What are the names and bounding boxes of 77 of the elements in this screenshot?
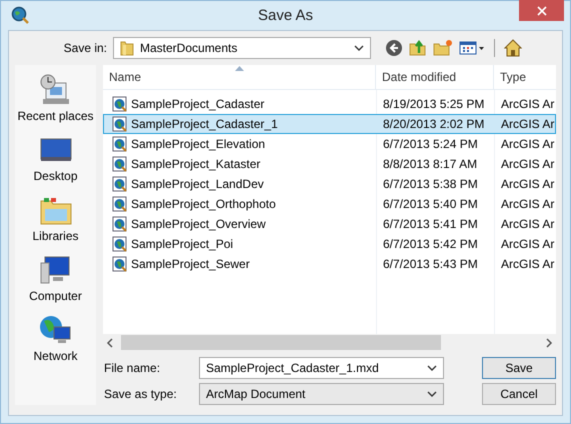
file-name: SampleProject_Overview (131, 217, 266, 231)
up-folder-icon[interactable] (409, 39, 427, 57)
place-item[interactable]: Recent places (17, 73, 94, 125)
map-document-icon (112, 156, 128, 172)
date-modified: 6/7/2013 5:42 PM (383, 237, 478, 251)
folder-icon (120, 40, 134, 56)
file-name: SampleProject_Sewer (131, 257, 250, 271)
file-type: ArcGIS Ar (501, 217, 554, 231)
place-item[interactable]: Network (33, 313, 78, 365)
map-document-icon (112, 256, 128, 272)
map-document-icon (112, 176, 128, 192)
file-type: ArcGIS Ar (501, 157, 554, 171)
file-row[interactable]: SampleProject_LandDev 6/7/2013 5:38 PM ArcGIS Ar (103, 174, 556, 194)
save-as-type-label: Save as type: (103, 387, 178, 401)
date-modified: 6/7/2013 5:24 PM (383, 137, 478, 151)
file-type: ArcGIS Ar (501, 137, 554, 151)
date-modified: 6/7/2013 5:41 PM (383, 217, 478, 231)
file-type: ArcGIS Ar (501, 197, 554, 211)
map-document-icon (112, 136, 128, 152)
file-name-field[interactable]: SampleProject_Cadaster_1.mxd (199, 357, 444, 379)
home-icon[interactable] (504, 39, 522, 57)
file-row[interactable]: SampleProject_Elevation 6/7/2013 5:24 PM ArcGIS Ar (103, 134, 556, 154)
close-button[interactable] (519, 0, 564, 21)
window-title: Save As (258, 7, 314, 24)
folder-dropdown[interactable]: MasterDocuments (113, 37, 371, 59)
globe-magnifier-icon (11, 6, 29, 24)
map-document-icon (112, 236, 128, 252)
file-row[interactable]: SampleProject_Poi 6/7/2013 5:42 PM ArcGIS Ar (103, 234, 556, 254)
file-row[interactable]: SampleProject_Sewer 6/7/2013 5:43 PM ArcGIS Ar (103, 254, 556, 274)
chevron-down-icon (427, 391, 437, 397)
close-icon (536, 6, 546, 16)
date-modified: 8/20/2013 2:02 PM (383, 117, 484, 131)
date-modified: 6/7/2013 5:43 PM (383, 257, 478, 271)
sort-arrow-icon (235, 66, 244, 71)
place-item[interactable]: Computer (29, 253, 82, 305)
file-row[interactable]: SampleProject_Kataster 8/8/2013 8:17 AM ArcGIS Ar (103, 154, 556, 174)
date-modified: 6/7/2013 5:38 PM (383, 177, 478, 191)
file-type: ArcGIS Ar (501, 257, 554, 271)
scroll-left-icon[interactable] (106, 338, 114, 348)
date-modified: 8/19/2013 5:25 PM (383, 97, 484, 111)
chevron-down-icon (354, 45, 364, 51)
place-item[interactable]: Libraries (32, 193, 79, 245)
chevron-down-icon (427, 365, 437, 371)
date-modified: 8/8/2013 8:17 AM (383, 157, 478, 171)
file-row[interactable]: SampleProject_Overview 6/7/2013 5:41 PM ArcGIS Ar (103, 214, 556, 234)
map-document-icon (112, 96, 128, 112)
file-name: SampleProject_Kataster (131, 157, 260, 171)
file-type: ArcGIS Ar (501, 97, 554, 111)
file-row[interactable]: SampleProject_Orthophoto 6/7/2013 5:40 PM ArcGIS Ar (103, 194, 556, 214)
file-name: SampleProject_Cadaster (131, 97, 264, 111)
map-document-icon (112, 216, 128, 232)
file-type: ArcGIS Ar (501, 117, 554, 131)
map-document-icon (112, 196, 128, 212)
file-type-dropdown[interactable]: ArcMap Document (199, 383, 444, 405)
view-menu-icon[interactable] (459, 40, 485, 56)
file-type: ArcGIS Ar (501, 177, 554, 191)
back-icon[interactable] (385, 39, 403, 57)
new-folder-icon[interactable] (433, 39, 453, 57)
file-row[interactable]: SampleProject_Cadaster 8/19/2013 5:25 PM ArcGIS Ar (103, 94, 556, 114)
file-type: ArcGIS Ar (501, 237, 554, 251)
file-row[interactable]: SampleProject_Cadaster_1 8/20/2013 2:02 PM ArcGIS Ar (103, 114, 556, 134)
save-in-label: Save in: (62, 41, 108, 55)
file-name: SampleProject_LandDev (131, 177, 264, 191)
file-name: SampleProject_Orthophoto (131, 197, 276, 211)
file-name-label: File name: (103, 361, 162, 375)
file-name: SampleProject_Elevation (131, 137, 266, 151)
file-name: SampleProject_Poi (131, 237, 234, 251)
map-document-icon (112, 116, 128, 132)
cancel-button[interactable]: Cancel (482, 383, 556, 405)
place-item[interactable]: Desktop (33, 133, 78, 185)
file-name: SampleProject_Cadaster_1 (131, 117, 278, 131)
scroll-thumb[interactable] (121, 335, 441, 350)
date-modified: 6/7/2013 5:40 PM (383, 197, 478, 211)
save-button[interactable]: Save (482, 357, 556, 379)
column-header[interactable]: Date modified (376, 65, 494, 89)
scroll-right-icon[interactable] (545, 338, 553, 348)
column-header[interactable]: Type (494, 65, 554, 89)
